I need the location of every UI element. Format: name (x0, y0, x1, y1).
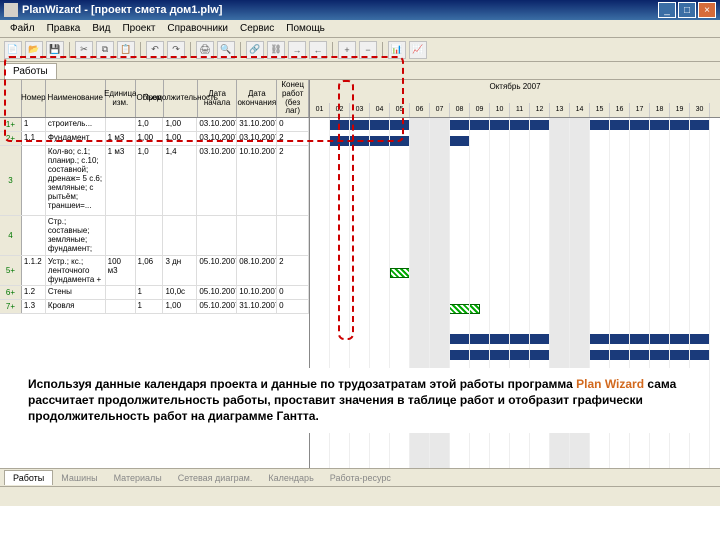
cell-dur[interactable]: 3 дн (163, 256, 197, 285)
cell-end[interactable]: 10.10.2007 (237, 286, 277, 299)
gantt-day-header: 10 (490, 103, 510, 117)
cell-vol[interactable] (136, 216, 164, 255)
annotation-text: Используя данные календаря проекта и дан… (20, 368, 700, 433)
cell-num[interactable] (22, 216, 46, 255)
btab-calendar[interactable]: Календарь (260, 471, 321, 485)
gantt-day-header: 08 (450, 103, 470, 117)
tabs-bottom: Работы Машины Материалы Сетевая диаграм.… (0, 468, 720, 486)
statusbar (0, 486, 720, 506)
gantt-day-header: 07 (430, 103, 450, 117)
window-title: PlanWizard - [проект смета дом1.plw] (22, 4, 658, 16)
highlight-row (4, 56, 404, 142)
cell-unit[interactable]: 1 м3 (106, 146, 136, 215)
cell-start[interactable]: 05.10.2007 (197, 286, 237, 299)
cell-dur[interactable] (163, 216, 197, 255)
gantt-day-header: 12 (530, 103, 550, 117)
btab-machines[interactable]: Машины (53, 471, 105, 485)
close-button[interactable]: × (698, 2, 716, 18)
gantt-day-header: 13 (550, 103, 570, 117)
cell-num[interactable] (22, 146, 46, 215)
cell-start[interactable]: 05.10.2007 (197, 256, 237, 285)
maximize-button[interactable]: □ (678, 2, 696, 18)
gantt-day-header: 17 (630, 103, 650, 117)
cell-dur[interactable]: 1,00 (163, 300, 197, 313)
cell-end[interactable] (237, 216, 277, 255)
menu-service[interactable]: Сервис (234, 23, 280, 34)
menu-refs[interactable]: Справочники (161, 23, 234, 34)
row-marker: 3 (0, 146, 22, 215)
menu-edit[interactable]: Правка (41, 23, 87, 34)
table-row[interactable]: 3 Кол-во; с.1; планир.; с.10; составной;… (0, 146, 309, 216)
cell-start[interactable]: 03.10.2007 (197, 146, 237, 215)
table-row[interactable]: 7+ 1.3 Кровля 1 1,00 05.10.2007 31.10.20… (0, 300, 309, 314)
cell-vol[interactable]: 1,06 (136, 256, 164, 285)
cell-dur[interactable]: 1,4 (163, 146, 197, 215)
cell-vol[interactable]: 1 (136, 286, 164, 299)
btab-works[interactable]: Работы (4, 470, 53, 485)
menu-project[interactable]: Проект (116, 23, 161, 34)
gantt-day-header: 30 (690, 103, 710, 117)
cell-name[interactable]: Стр.; составные; земляные; фундамент; пр… (46, 216, 106, 255)
gantt-day-header: 11 (510, 103, 530, 117)
row-marker: 7+ (0, 300, 22, 313)
row-marker: 6+ (0, 286, 22, 299)
cell-num[interactable]: 1.3 (22, 300, 46, 313)
cell-end[interactable]: 08.10.2007 (237, 256, 277, 285)
btab-workres[interactable]: Работа-ресурс (322, 471, 399, 485)
cell-end[interactable]: 10.10.2007 (237, 146, 277, 215)
gantt-day-header: 06 (410, 103, 430, 117)
gantt-day-header: 18 (650, 103, 670, 117)
cell-num[interactable]: 1.2 (22, 286, 46, 299)
cell-endlag[interactable] (277, 216, 309, 255)
cell-endlag[interactable]: 0 (277, 300, 309, 313)
app-icon (4, 3, 18, 17)
menu-help[interactable]: Помощь (280, 23, 331, 34)
cell-unit[interactable] (106, 216, 136, 255)
cell-unit[interactable] (106, 300, 136, 313)
cell-endlag[interactable]: 2 (277, 146, 309, 215)
cell-name[interactable]: Стены (46, 286, 106, 299)
gantt-day-header: 19 (670, 103, 690, 117)
row-marker: 4 (0, 216, 22, 255)
minimize-button[interactable]: _ (658, 2, 676, 18)
cell-unit[interactable] (106, 286, 136, 299)
menu-view[interactable]: Вид (86, 23, 116, 34)
cell-endlag[interactable]: 2 (277, 256, 309, 285)
gantt-day-header: 09 (470, 103, 490, 117)
cell-name[interactable]: Устр.; кс.; ленточного фундамента + бето… (46, 256, 106, 285)
cell-endlag[interactable]: 0 (277, 286, 309, 299)
gantt-day-header: 16 (610, 103, 630, 117)
gantt-day-header: 15 (590, 103, 610, 117)
btab-materials[interactable]: Материалы (106, 471, 170, 485)
cell-name[interactable]: Кровля (46, 300, 106, 313)
cell-vol[interactable]: 1,0 (136, 146, 164, 215)
gantt-icon[interactable]: 📈 (409, 41, 427, 59)
cell-unit[interactable]: 100 м3 (106, 256, 136, 285)
cell-vol[interactable]: 1 (136, 300, 164, 313)
row-marker: 5+ (0, 256, 22, 285)
table-row[interactable]: 4 Стр.; составные; земляные; фундамент; … (0, 216, 309, 256)
titlebar: PlanWizard - [проект смета дом1.plw] _ □… (0, 0, 720, 20)
cell-name[interactable]: Кол-во; с.1; планир.; с.10; составной; д… (46, 146, 106, 215)
cell-num[interactable]: 1.1.2 (22, 256, 46, 285)
cell-start[interactable] (197, 216, 237, 255)
table-row[interactable]: 5+ 1.1.2 Устр.; кс.; ленточного фундамен… (0, 256, 309, 286)
table-row[interactable]: 6+ 1.2 Стены 1 10,0с 05.10.2007 10.10.20… (0, 286, 309, 300)
menubar: Файл Правка Вид Проект Справочники Серви… (0, 20, 720, 38)
cell-start[interactable]: 05.10.2007 (197, 300, 237, 313)
gantt-day-header: 14 (570, 103, 590, 117)
btab-network[interactable]: Сетевая диаграм. (170, 471, 261, 485)
gantt-month: Октябрь 2007 (489, 82, 540, 91)
cell-dur[interactable]: 10,0с (163, 286, 197, 299)
cell-end[interactable]: 31.10.2007 (237, 300, 277, 313)
menu-file[interactable]: Файл (4, 23, 41, 34)
